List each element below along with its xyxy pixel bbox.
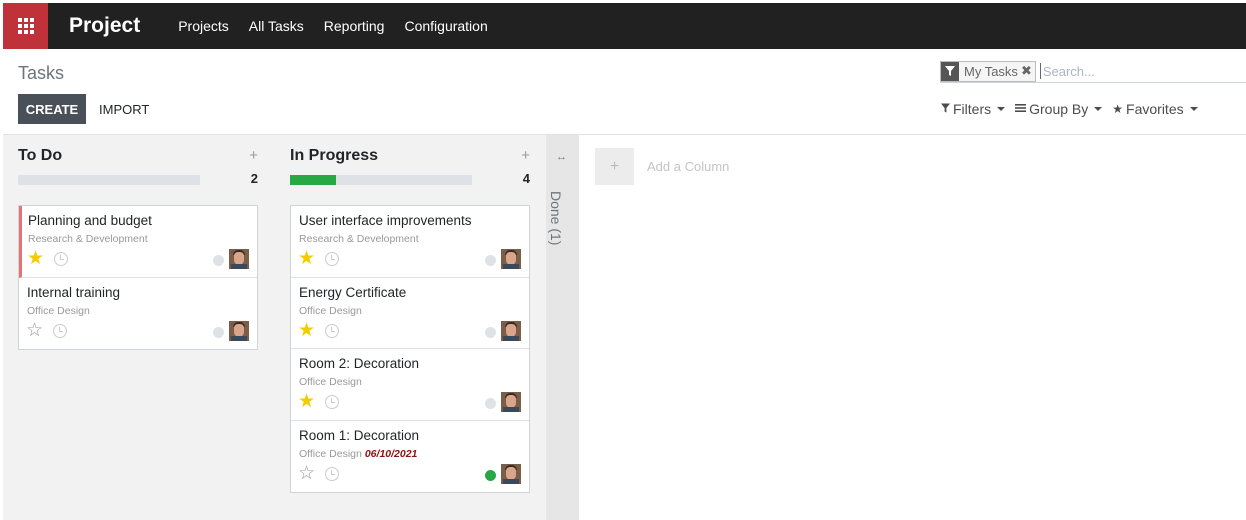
create-button[interactable]: CREATE xyxy=(18,94,86,124)
task-project: Office Design xyxy=(299,376,362,388)
app-brand[interactable]: Project xyxy=(69,14,140,38)
clock-icon[interactable] xyxy=(325,252,339,266)
groupby-label: Group By xyxy=(1029,101,1089,117)
filters-label: Filters xyxy=(953,101,992,117)
avatar[interactable] xyxy=(501,320,521,341)
add-column-area: + Add a Column xyxy=(579,135,1246,520)
star-icon[interactable]: ★ xyxy=(27,249,44,268)
add-column-label[interactable]: Add a Column xyxy=(647,159,729,174)
task-title: Internal training xyxy=(27,284,121,300)
clock-icon[interactable] xyxy=(325,323,339,338)
star-icon[interactable]: ☆ xyxy=(298,464,315,483)
status-indicator[interactable] xyxy=(213,255,224,266)
folded-column-done[interactable]: ↔ Done (1) xyxy=(546,135,579,520)
task-card[interactable]: Room 1: Decoration Office Design 06/10/20… xyxy=(291,420,529,492)
task-project: Research & Development xyxy=(28,233,148,245)
grid-icon xyxy=(17,18,34,34)
caret-down-icon xyxy=(997,107,1006,111)
search-input[interactable] xyxy=(1039,63,1230,79)
kanban-board: To Do + 2 Planning and budget Research &… xyxy=(3,135,1246,520)
favorites-label: Favorites xyxy=(1126,101,1184,117)
close-icon[interactable]: ✖ xyxy=(1021,63,1035,79)
avatar[interactable] xyxy=(229,249,249,269)
column-title: To Do xyxy=(18,147,63,164)
task-card[interactable]: Room 2: Decoration Office Design ★ xyxy=(291,349,529,421)
task-deadline: 06/10/2021 xyxy=(364,447,418,460)
filter-icon xyxy=(941,61,959,81)
task-card[interactable]: Energy Certificate Office Design ★ xyxy=(291,277,529,349)
control-panel: Tasks CREATE IMPORT My Tasks ✖ Filters G… xyxy=(3,49,1246,135)
filter-icon xyxy=(941,102,950,116)
clock-icon[interactable] xyxy=(325,466,339,481)
avatar[interactable] xyxy=(501,392,521,412)
column-count: 4 xyxy=(522,171,530,186)
task-title: Planning and budget xyxy=(28,213,152,228)
caret-down-icon xyxy=(1189,107,1198,111)
groupby-dropdown[interactable]: Group By xyxy=(1015,101,1103,117)
plus-icon[interactable]: + xyxy=(595,148,634,185)
star-icon[interactable]: ★ xyxy=(298,321,315,340)
column-count: 2 xyxy=(250,171,258,186)
column-title: In Progress xyxy=(290,147,379,164)
expand-icon[interactable]: ↔ xyxy=(556,151,567,163)
menu-all-tasks[interactable]: All Tasks xyxy=(249,18,304,34)
top-menu: Projects All Tasks Reporting Configurati… xyxy=(178,18,508,34)
plus-icon[interactable]: + xyxy=(521,147,530,164)
status-indicator[interactable] xyxy=(485,398,496,409)
page-title: Tasks xyxy=(18,63,65,83)
star-icon[interactable]: ★ xyxy=(298,392,315,411)
clock-icon[interactable] xyxy=(54,252,68,266)
status-indicator[interactable] xyxy=(485,469,496,481)
search-facet[interactable]: My Tasks ✖ xyxy=(940,60,1036,82)
avatar[interactable] xyxy=(501,463,521,484)
task-card[interactable]: Internal training Office Design ☆ xyxy=(19,277,257,349)
task-project: Office Design xyxy=(299,304,362,317)
bars-icon xyxy=(1015,102,1027,116)
clock-icon[interactable] xyxy=(325,395,339,409)
clock-icon[interactable] xyxy=(53,323,67,338)
import-button[interactable]: IMPORT xyxy=(99,94,149,124)
caret-down-icon xyxy=(1094,107,1103,111)
column-progress-bar[interactable] xyxy=(18,175,200,185)
card-list: Planning and budget Research & Developme… xyxy=(18,205,258,350)
folded-column-label: Done (1) xyxy=(548,191,564,246)
task-title: User interface improvements xyxy=(299,213,472,228)
menu-projects[interactable]: Projects xyxy=(178,18,229,34)
apps-menu-button[interactable] xyxy=(3,3,48,49)
status-indicator[interactable] xyxy=(485,326,496,338)
status-indicator[interactable] xyxy=(213,326,224,338)
task-project: Office Design xyxy=(27,304,90,317)
star-icon[interactable]: ★ xyxy=(298,249,315,268)
task-title: Energy Certificate xyxy=(299,284,407,300)
plus-icon[interactable]: + xyxy=(249,147,258,164)
menu-reporting[interactable]: Reporting xyxy=(324,18,385,34)
main-navbar: Project Projects All Tasks Reporting Con… xyxy=(3,3,1246,49)
task-title: Room 2: Decoration xyxy=(299,356,420,371)
menu-configuration[interactable]: Configuration xyxy=(404,18,487,34)
column-progress-bar[interactable] xyxy=(290,175,472,185)
task-project: Office Design 06/10/2021 xyxy=(299,447,418,460)
task-card[interactable]: Planning and budget Research & Developme… xyxy=(19,206,257,278)
star-icon: ★ xyxy=(1112,102,1124,116)
star-icon[interactable]: ☆ xyxy=(26,321,43,340)
task-card[interactable]: User interface improvements Research & D… xyxy=(291,206,529,278)
avatar[interactable] xyxy=(501,249,521,269)
task-project: Research & Development xyxy=(299,233,419,245)
avatar[interactable] xyxy=(229,320,249,341)
filters-dropdown[interactable]: Filters xyxy=(941,101,1006,117)
facet-label: My Tasks xyxy=(964,63,1018,79)
favorites-dropdown[interactable]: ★ Favorites xyxy=(1112,101,1198,117)
search-bar: My Tasks ✖ xyxy=(940,60,1246,83)
card-list: User interface improvements Research & D… xyxy=(290,205,530,493)
search-options: Filters Group By ★ Favorites xyxy=(941,101,1208,117)
status-indicator[interactable] xyxy=(485,255,496,266)
task-title: Room 1: Decoration xyxy=(299,427,420,443)
